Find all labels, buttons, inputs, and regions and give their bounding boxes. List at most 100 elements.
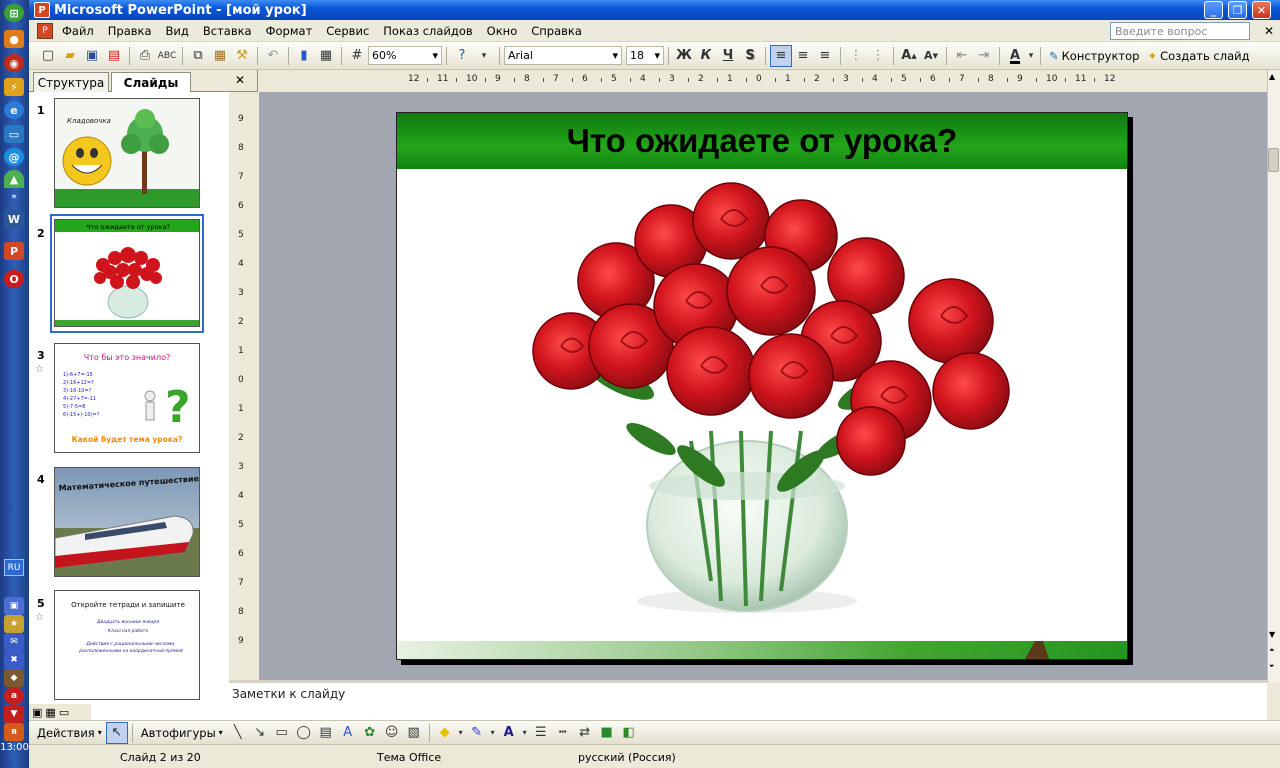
powerpoint-icon[interactable]: P [4, 242, 24, 260]
tray-icon[interactable]: ✉ [4, 633, 24, 651]
normal-view-icon[interactable]: ▣ [32, 706, 42, 719]
document-close-icon[interactable]: ✕ [1264, 24, 1274, 38]
increase-indent-icon[interactable]: ⇥ [973, 45, 995, 67]
decrease-indent-icon[interactable]: ⇤ [951, 45, 973, 67]
spelling-icon[interactable]: ABC [156, 45, 178, 67]
start-icon[interactable]: ⊞ [4, 4, 24, 22]
menu-edit[interactable]: Правка [101, 24, 159, 38]
scroll-thumb[interactable] [1268, 148, 1279, 172]
tray-icon[interactable]: я [4, 723, 24, 741]
textbox-icon[interactable]: ▤ [315, 722, 337, 744]
format-painter-icon[interactable]: ⚒ [231, 45, 253, 67]
bullets-icon[interactable]: ⋮ [867, 45, 889, 67]
font-select[interactable]: Arial ▾ [504, 46, 622, 65]
new-slide-button[interactable]: ✦ Создать слайд [1143, 49, 1253, 63]
scroll-down-icon[interactable]: ▼ [1269, 630, 1275, 639]
insert-table-icon[interactable]: ▦ [315, 45, 337, 67]
slide-title[interactable]: Что ожидаете от урока? [567, 122, 957, 160]
3d-style-icon[interactable]: ◧ [618, 722, 640, 744]
numbering-icon[interactable]: ⋮ [845, 45, 867, 67]
antivirus-icon[interactable]: a [4, 687, 24, 705]
save-icon[interactable]: ▣ [81, 45, 103, 67]
bold-button[interactable]: Ж [673, 45, 695, 67]
notes-pane[interactable]: Заметки к слайду [229, 680, 1267, 720]
shadow-style-icon[interactable]: ■ [596, 722, 618, 744]
tray-icon[interactable]: ★ [4, 615, 24, 633]
tray-icon[interactable]: ▣ [4, 597, 24, 615]
slide-thumbnail-3[interactable]: Что бы это значило? 1)-6+7=-15 2)-16+12=… [54, 343, 200, 453]
powerpoint-icon[interactable]: P [34, 2, 50, 18]
menu-window[interactable]: Окно [480, 24, 525, 38]
rectangle-icon[interactable]: ▭ [271, 722, 293, 744]
tab-outline[interactable]: Структура [33, 72, 109, 92]
ask-question-input[interactable]: Введите вопрос [1110, 22, 1250, 40]
close-pane-icon[interactable]: ✕ [235, 73, 245, 87]
permission-icon[interactable]: ▤ [103, 45, 125, 67]
paste-icon[interactable]: ▦ [209, 45, 231, 67]
word-icon[interactable]: W [4, 210, 24, 228]
chevron-down-icon[interactable]: ▾ [456, 722, 466, 744]
designer-button[interactable]: ✎ Конструктор [1045, 49, 1143, 63]
menu-slideshow[interactable]: Показ слайдов [376, 24, 479, 38]
font-color-icon[interactable]: A [1004, 45, 1026, 67]
slide-thumbnail-5[interactable]: Откройте тетради и запишите Двадцать вос… [54, 590, 200, 700]
next-slide-icon[interactable]: ⏷ [1269, 662, 1275, 671]
menu-format[interactable]: Формат [259, 24, 320, 38]
zoom-select[interactable]: 60% ▾ [368, 46, 442, 65]
print-icon[interactable]: ⎙ [134, 45, 156, 67]
grid-icon[interactable]: # [346, 45, 368, 67]
grow-font-icon[interactable]: A ▲ [898, 45, 920, 67]
browser-icon[interactable]: ◉ [4, 54, 24, 72]
sorter-view-icon[interactable]: ▦ [45, 706, 55, 719]
menu-file[interactable]: Файл [55, 24, 101, 38]
slide-thumbnail-4[interactable]: Математическое путешествие [54, 467, 200, 577]
fill-color-icon[interactable]: ◆ [434, 722, 456, 744]
close-button[interactable]: ✕ [1252, 1, 1271, 19]
slide-thumbnail-1[interactable]: Кладовочка [54, 98, 200, 208]
document-icon[interactable]: P [37, 22, 53, 39]
underline-button[interactable]: Ч [717, 45, 739, 67]
slide-scrollbar[interactable]: ▲ ▼ ⏶ ⏷ [1267, 70, 1280, 682]
arrow-style-icon[interactable]: ⇄ [574, 722, 596, 744]
menu-view[interactable]: Вид [159, 24, 196, 38]
insert-chart-icon[interactable]: ▮ [293, 45, 315, 67]
font-color-icon[interactable]: A [498, 722, 520, 744]
tray-icon[interactable]: ◆ [4, 669, 24, 687]
tab-slides[interactable]: Слайды [111, 72, 191, 93]
font-size-select[interactable]: 18 ▾ [626, 46, 664, 65]
app-icon[interactable]: ● [4, 30, 24, 48]
wordart-icon[interactable]: A [337, 722, 359, 744]
clipart-icon[interactable]: ☺ [381, 722, 403, 744]
align-right-icon[interactable]: ≡ [814, 45, 836, 67]
copy-icon[interactable]: ⧉ [187, 45, 209, 67]
chevron-down-icon[interactable]: ▾ [488, 722, 498, 744]
line-icon[interactable]: ╲ [227, 722, 249, 744]
menu-help[interactable]: Справка [524, 24, 589, 38]
slideshow-view-icon[interactable]: ▭ [59, 706, 69, 719]
network-icon[interactable]: ✖ [4, 651, 24, 669]
menu-insert[interactable]: Вставка [196, 24, 259, 38]
chevron-down-icon[interactable]: ▾ [1026, 45, 1036, 67]
line-style-icon[interactable]: ☰ [530, 722, 552, 744]
italic-button[interactable]: К [695, 45, 717, 67]
line-color-icon[interactable]: ✎ [466, 722, 488, 744]
app-icon[interactable]: ⚡ [4, 78, 24, 96]
help-icon[interactable]: ? [451, 45, 473, 67]
expand-icon[interactable]: » [4, 188, 24, 206]
shadow-button[interactable]: S [739, 45, 761, 67]
restore-button[interactable]: ❐ [1228, 1, 1247, 19]
menu-tools[interactable]: Сервис [319, 24, 376, 38]
autoshapes-button[interactable]: Автофигуры ▾ [137, 726, 227, 740]
shrink-font-icon[interactable]: A ▼ [920, 45, 942, 67]
toolbar-options-icon[interactable]: ▾ [473, 45, 495, 67]
app-icon[interactable]: ▲ [4, 170, 24, 188]
slide-image[interactable] [411, 181, 1127, 639]
diagram-icon[interactable]: ✿ [359, 722, 381, 744]
align-center-icon[interactable]: ≡ [792, 45, 814, 67]
minimize-button[interactable]: _ [1204, 1, 1223, 19]
open-icon[interactable]: ▰ [59, 45, 81, 67]
language-indicator[interactable]: RU [4, 559, 24, 576]
new-icon[interactable]: ▢ [37, 45, 59, 67]
ie-icon[interactable]: e [4, 101, 24, 119]
arrow-icon[interactable]: ↘ [249, 722, 271, 744]
